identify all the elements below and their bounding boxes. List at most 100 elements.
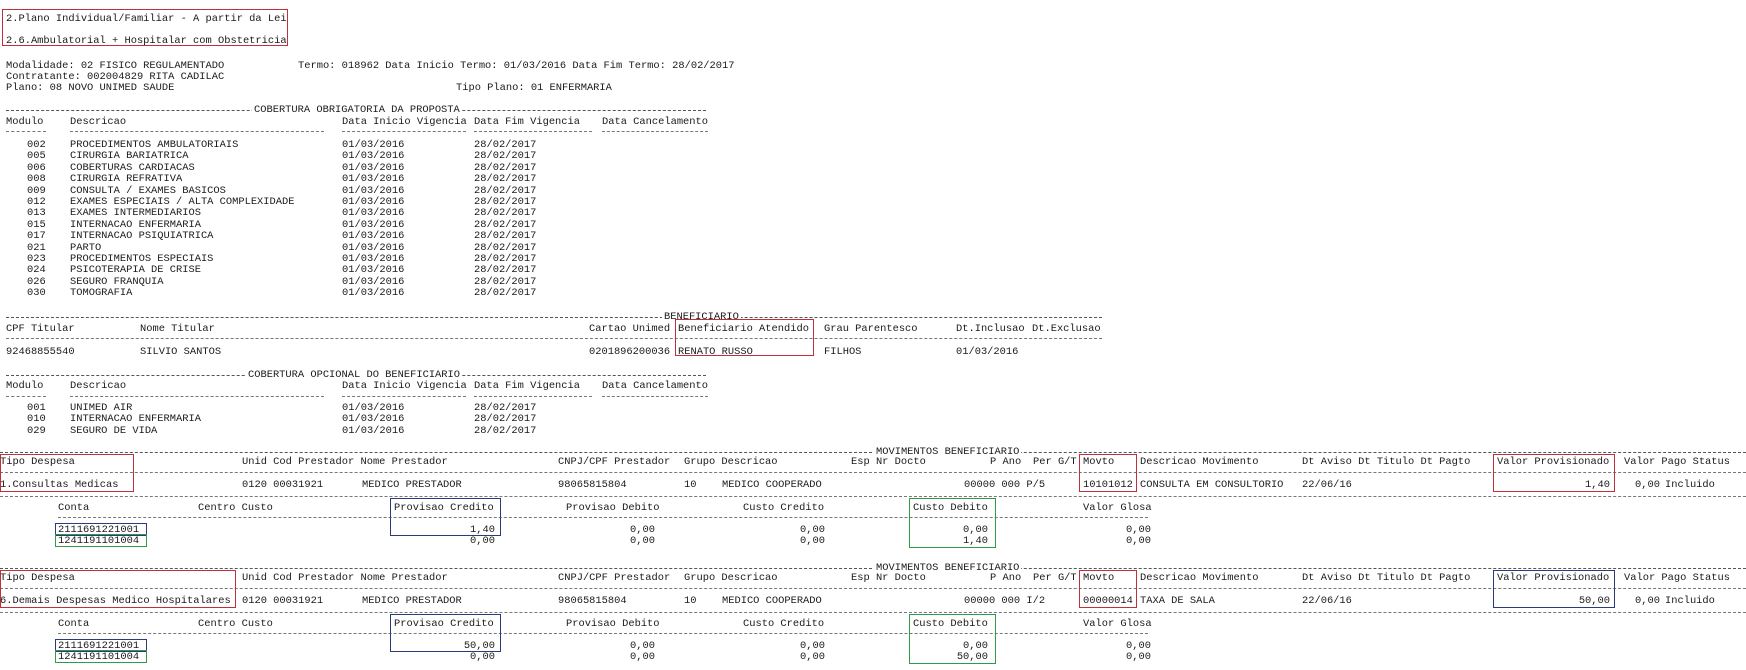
modulo-descricao: SEGURO DE VIDA [70,424,158,437]
conta-header-valor-glosa: Valor Glosa [1083,502,1152,514]
modulo-descricao: PROCEDIMENTOS ESPECIAIS [70,253,214,265]
col-modulo: Modulo [6,116,44,128]
valor-provisionado-box [1493,570,1615,608]
conta-header-prov-debito: Provisao Debito [566,618,660,630]
modulo-code: 010 [27,413,46,426]
mov-header-unid: Unid Cod Prestador Nome Prestador [242,572,448,584]
col-data-fim: Data Fim Vigencia [474,116,581,128]
modulo-code: 030 [27,287,46,300]
mov-header-esp: Esp Nr Docto [851,456,926,468]
provisao-credito-value: 0,00 [470,651,495,663]
provisao-debito-value: 0,00 [630,535,655,547]
section-title-cobertura-obrigatoria: COBERTURA OBRIGATORIA DA PROPOSTA [252,104,462,116]
mov-header-per: Per G/T [1033,572,1077,584]
data-inicio: 01/03/2016 [342,184,405,197]
data-inicio: 01/03/2016 [342,207,405,220]
tipo-plano: Tipo Plano: 01 ENFERMARIA [456,82,612,94]
movto-box [1079,570,1137,608]
col-data-cancelamento: Data Cancelamento [602,380,709,392]
modulo-code: 013 [27,207,46,220]
data-fim: 28/02/2017 [474,402,537,414]
col-rule [0,612,1746,613]
section-rule [0,452,1746,453]
data-inicio: 01/03/2016 [342,230,405,243]
custo-credito-value: 0,00 [800,651,825,663]
plano: Plano: 08 NOVO UNIMED SAUDE [6,82,175,94]
col-descricao: Descricao [70,116,127,128]
data-fim: 28/02/2017 [474,207,537,220]
modulo-descricao: CIRURGIA REFRATIVA [70,173,183,186]
conta-box [55,650,147,663]
cartao-unimed-value: 0201896200036 [589,346,671,358]
tipo-despesa-box [0,454,134,492]
col-rule [6,131,46,132]
modulo-code: 023 [27,253,46,265]
data-inicio: 01/03/2016 [342,264,405,277]
col-rule [602,396,708,397]
data-fim: 28/02/2017 [474,139,537,151]
section-rule [6,317,1102,318]
valor-glosa-value: 0,00 [1126,651,1151,663]
col-rule [70,396,324,397]
mov-header-dt-aviso: Dt Aviso Dt Titulo Dt Pagto [1302,572,1471,584]
modulo-code: 002 [27,139,46,151]
data-fim: 28/02/2017 [474,287,537,300]
col-rule [6,338,1102,339]
col-data-inicio: Data Inicio Vigencia [342,380,467,392]
modulo-descricao: CIRURGIA BARIATRICA [70,150,189,163]
tipo-despesa-box [0,570,236,608]
data-fim: 28/02/2017 [474,161,537,174]
col-rule [0,472,1746,473]
data-inicio: 01/03/2016 [342,161,405,174]
data-inicio: 01/03/2016 [342,413,405,426]
col-rule [6,396,46,397]
conta-header-valor-glosa: Valor Glosa [1083,618,1152,630]
modulo-descricao: EXAMES ESPECIAIS / ALTA COMPLEXIDADE [70,196,295,208]
plan-line-1: 2.Plano Individual/Familiar - A partir d… [6,13,287,25]
modulo-descricao: INTERNACAO ENFERMARIA [70,218,201,231]
conta-header-centro: Centro Custo [198,502,273,514]
data-inicio: 01/03/2016 [342,424,405,437]
dt-inclusao-value: 01/03/2016 [956,346,1019,358]
col-rule [474,131,592,132]
grau-parentesco-value: FILHOS [824,346,862,358]
modulo-descricao: TOMOGRAFIA [70,287,133,300]
nome-prestador-value: MEDICO PRESTADOR [362,479,462,491]
modulo-descricao: SEGURO FRANQUIA [70,275,164,288]
mov-header-valor-pago: Valor Pago Status [1624,456,1731,468]
data-fim: 28/02/2017 [474,275,537,288]
col-rule [602,131,708,132]
col-data-cancelamento: Data Cancelamento [602,116,709,128]
ano-per-value: 00000 000 P/5 [964,479,1046,491]
modulo-code: 017 [27,230,46,243]
grupo-value: 10 [684,595,697,607]
section-rule [0,568,1746,569]
col-modulo: Modulo [6,380,44,392]
modulo-descricao: CONSULTA / EXAMES BASICOS [70,184,226,197]
data-inicio: 01/03/2016 [342,139,405,151]
modulo-descricao: PROCEDIMENTOS AMBULATORIAIS [70,139,239,151]
data-inicio: 01/03/2016 [342,253,405,265]
grupo-value: 10 [684,479,697,491]
data-fim: 28/02/2017 [474,413,537,426]
custo-credito-value: 0,00 [800,535,825,547]
custo-debito-value: 50,00 [956,651,988,663]
conta-header-centro: Centro Custo [198,618,273,630]
termo: Termo: 018962 Data Inicio Termo: 01/03/2… [298,60,735,72]
modulo-descricao: UNIMED AIR [70,402,133,414]
valor-provisionado-box [1493,454,1615,492]
col-data-inicio: Data Inicio Vigencia [342,116,467,128]
col-descricao: Descricao [70,380,127,392]
data-fim: 28/02/2017 [474,150,537,163]
modulo-descricao: PSICOTERAPIA DE CRISE [70,264,201,277]
data-fim: 28/02/2017 [474,173,537,186]
mov-header-dt-aviso: Dt Aviso Dt Titulo Dt Pagto [1302,456,1471,468]
modulo-code: 008 [27,173,46,186]
plan-line-2: 2.6.Ambulatorial + Hospitalar com Obstet… [6,35,287,47]
data-inicio: 01/03/2016 [342,402,405,414]
nome-titular-value: SILVIO SANTOS [140,346,222,358]
cpf-titular-value: 92468855540 [6,346,75,358]
col-grau-parentesco: Grau Parentesco [824,323,918,335]
modulo-code: 026 [27,275,46,288]
beneficiario-atendido-value: RENATO RUSSO [678,346,753,358]
